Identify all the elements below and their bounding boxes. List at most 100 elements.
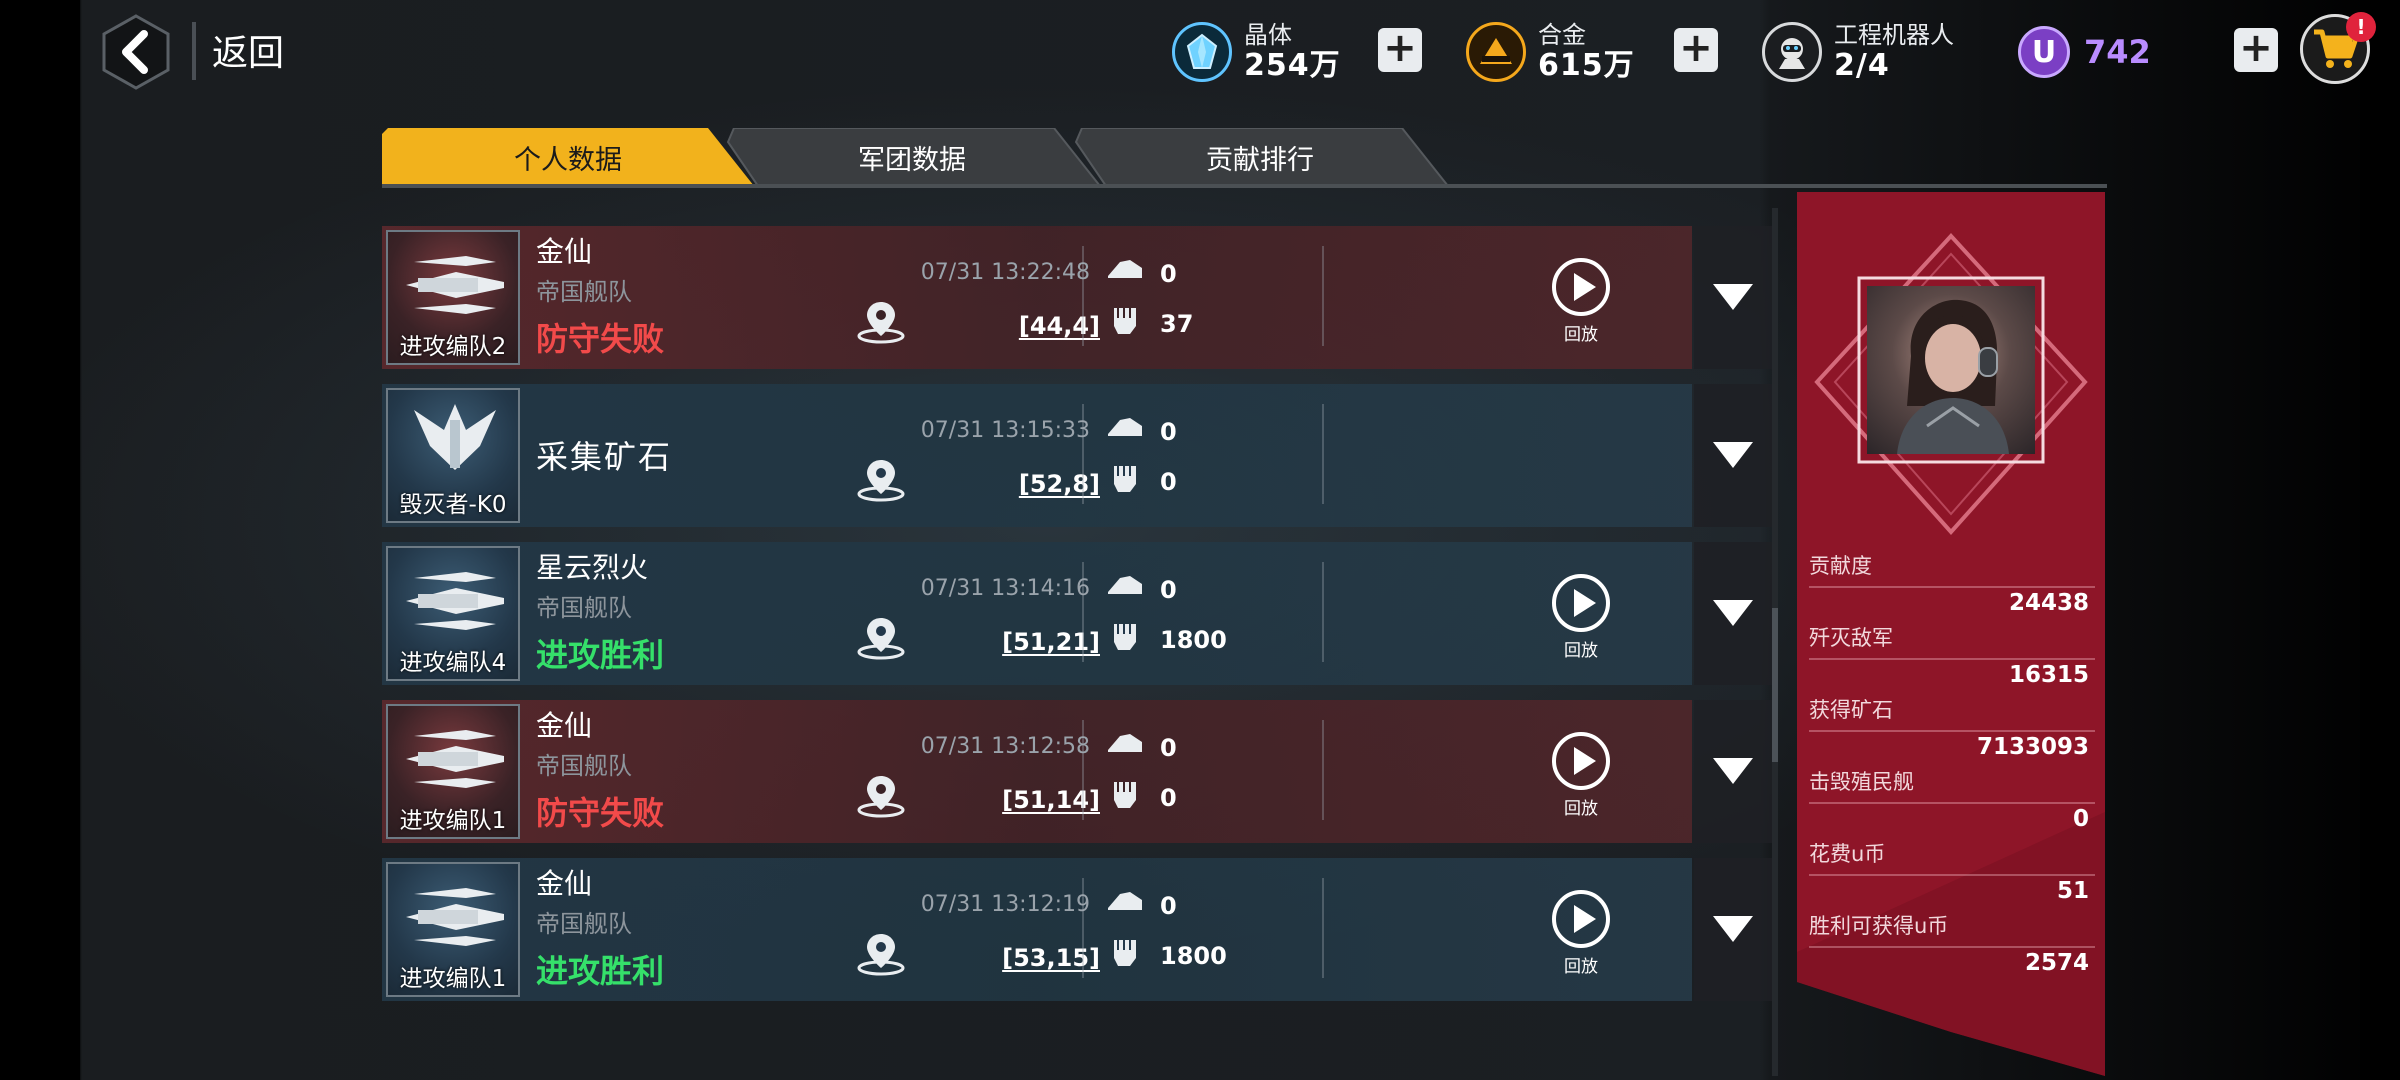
coordinates-link[interactable]: [51,14] [1002, 786, 1100, 814]
crystal-icon [1172, 22, 1232, 82]
left-letterbox [0, 0, 80, 1080]
coordinates-link[interactable]: [52,8] [1019, 470, 1100, 498]
coordinates-link[interactable]: [44,4] [1019, 312, 1100, 340]
location-pin-icon [857, 460, 905, 502]
expand-button[interactable] [1694, 700, 1772, 843]
replay-label[interactable]: 回放 [1540, 636, 1622, 661]
target-name: 金仙 [536, 235, 593, 268]
location-pin-icon [857, 776, 905, 818]
alloy-name: 合金 [1538, 21, 1586, 50]
game-screen: 返回 晶体 254万 + 合金 615万 + 工程机器人 2/4 U 742 +… [0, 0, 2400, 1080]
robot-name: 工程机器人 [1834, 21, 1954, 50]
back-label[interactable]: 返回 [212, 24, 284, 76]
stat-value: 24438 [2008, 590, 2089, 616]
notification-badge: ! [2346, 12, 2376, 42]
alloy-value: 615万 [1538, 47, 1635, 83]
list-item[interactable]: 进攻编队2 金仙 帝国舰队 防守失败 07/31 13:22:48 [44,4]… [382, 226, 1772, 369]
tab-personal-data[interactable]: 个人数据 [382, 128, 754, 186]
expand-button[interactable] [1694, 858, 1772, 1001]
list-item[interactable]: 进攻编队1 金仙 帝国舰队 防守失败 07/31 13:12:58 [51,14… [382, 700, 1772, 843]
fleet-label: 进攻编队4 [399, 650, 507, 676]
list-item[interactable]: 毁灭者-K0 采集矿石 07/31 13:15:33 [52,8] 0 0 [382, 384, 1772, 527]
ship-loss-icon [1108, 418, 1142, 436]
add-ucoin-button[interactable]: + [2234, 28, 2278, 72]
stat-ucoin-spent: 花费u币 51 [1809, 838, 2095, 904]
ship-icon [406, 572, 504, 630]
list-scrollbar-thumb[interactable] [1772, 608, 1778, 762]
replay-label[interactable]: 回放 [1540, 320, 1622, 345]
list-item[interactable]: 进攻编队4 星云烈火 帝国舰队 进攻胜利 07/31 13:14:16 [51,… [382, 542, 1772, 685]
personal-stats-panel: 贡献度 24438 歼灭敌军 16315 获得矿石 7133093 击毁殖民舰 … [1797, 192, 2105, 1076]
stat-value: 51 [2056, 878, 2089, 904]
stat-label: 花费u币 [1809, 842, 1886, 866]
target-name: 采集矿石 [536, 438, 673, 476]
stat-ucoin-if-victory: 胜利可获得u币 2574 [1809, 910, 2095, 976]
destroyer-ship-icon [414, 404, 496, 470]
stat-label: 胜利可获得u币 [1809, 914, 1949, 938]
battle-time: 07/31 13:15:33 [920, 418, 1090, 443]
target-faction: 帝国舰队 [536, 910, 632, 938]
resource-robot: 工程机器人 2/4 [1762, 14, 1954, 90]
avatar[interactable] [1867, 286, 2035, 454]
target-faction: 帝国舰队 [536, 278, 632, 306]
replay-button[interactable] [1550, 888, 1612, 950]
kill-count: 37 [1160, 310, 1194, 338]
stat-enemies-destroyed: 歼灭敌军 16315 [1809, 622, 2095, 688]
resource-alloy: 合金 615万 [1466, 14, 1635, 90]
fleet-thumbnail: 进攻编队1 [386, 862, 520, 997]
battle-result: 进攻胜利 [536, 952, 665, 990]
ship-icon [406, 888, 504, 946]
list-item[interactable]: 进攻编队1 金仙 帝国舰队 进攻胜利 07/31 13:12:19 [53,15… [382, 858, 1772, 1001]
location-pin-icon [857, 934, 905, 976]
expand-button[interactable] [1694, 384, 1772, 527]
resource-ucoin: U 742 [2018, 14, 2151, 90]
back-button[interactable] [96, 12, 176, 92]
ship-icon [406, 256, 504, 314]
expand-button[interactable] [1694, 542, 1772, 685]
chevron-down-icon [1713, 599, 1753, 626]
resource-crystal: 晶体 254万 [1172, 14, 1341, 90]
battle-time: 07/31 13:14:16 [920, 576, 1090, 601]
replay-button[interactable] [1550, 730, 1612, 792]
target-name: 金仙 [536, 867, 593, 900]
location-pin-icon [857, 302, 905, 344]
location-pin-icon [857, 618, 905, 660]
top-bar: 返回 晶体 254万 + 合金 615万 + 工程机器人 2/4 U 742 + [80, 0, 2380, 104]
coordinates-link[interactable]: [51,21] [1002, 628, 1100, 656]
tab-contribution-rank[interactable]: 贡献排行 [1072, 128, 1448, 186]
replay-label[interactable]: 回放 [1540, 952, 1622, 977]
fist-icon [1114, 782, 1136, 808]
ship-icon [406, 730, 504, 788]
robot-icon [1762, 22, 1822, 82]
replay-label[interactable]: 回放 [1540, 794, 1622, 819]
kill-count: 0 [1160, 468, 1177, 496]
fist-icon [1114, 624, 1136, 650]
robot-value: 2/4 [1834, 47, 1890, 83]
battle-time: 07/31 13:22:48 [920, 260, 1090, 285]
fleet-thumbnail: 毁灭者-K0 [386, 388, 520, 523]
loss-count: 0 [1160, 576, 1177, 604]
fist-icon [1114, 940, 1136, 966]
replay-button[interactable] [1550, 256, 1612, 318]
expand-button[interactable] [1694, 226, 1772, 369]
fleet-label: 进攻编队1 [399, 966, 507, 992]
target-faction: 帝国舰队 [536, 752, 632, 780]
fist-icon [1114, 308, 1136, 334]
add-alloy-button[interactable]: + [1674, 28, 1718, 72]
loss-count: 0 [1160, 892, 1177, 920]
ship-loss-icon [1108, 892, 1142, 910]
back-arrow-icon [102, 14, 170, 90]
tab-legion-data[interactable]: 军团数据 [724, 128, 1100, 186]
tab-label: 军团数据 [858, 144, 966, 176]
fleet-label: 进攻编队1 [399, 808, 507, 834]
add-crystal-button[interactable]: + [1378, 28, 1422, 72]
header-divider [192, 22, 196, 80]
battle-result: 进攻胜利 [536, 636, 665, 674]
stat-ore-gained: 获得矿石 7133093 [1809, 694, 2095, 760]
stat-value: 0 [2072, 806, 2089, 832]
fleet-thumbnail: 进攻编队2 [386, 230, 520, 365]
replay-button[interactable] [1550, 572, 1612, 634]
fleet-thumbnail: 进攻编队1 [386, 704, 520, 839]
coordinates-link[interactable]: [53,15] [1002, 944, 1100, 972]
chevron-down-icon [1713, 283, 1753, 310]
